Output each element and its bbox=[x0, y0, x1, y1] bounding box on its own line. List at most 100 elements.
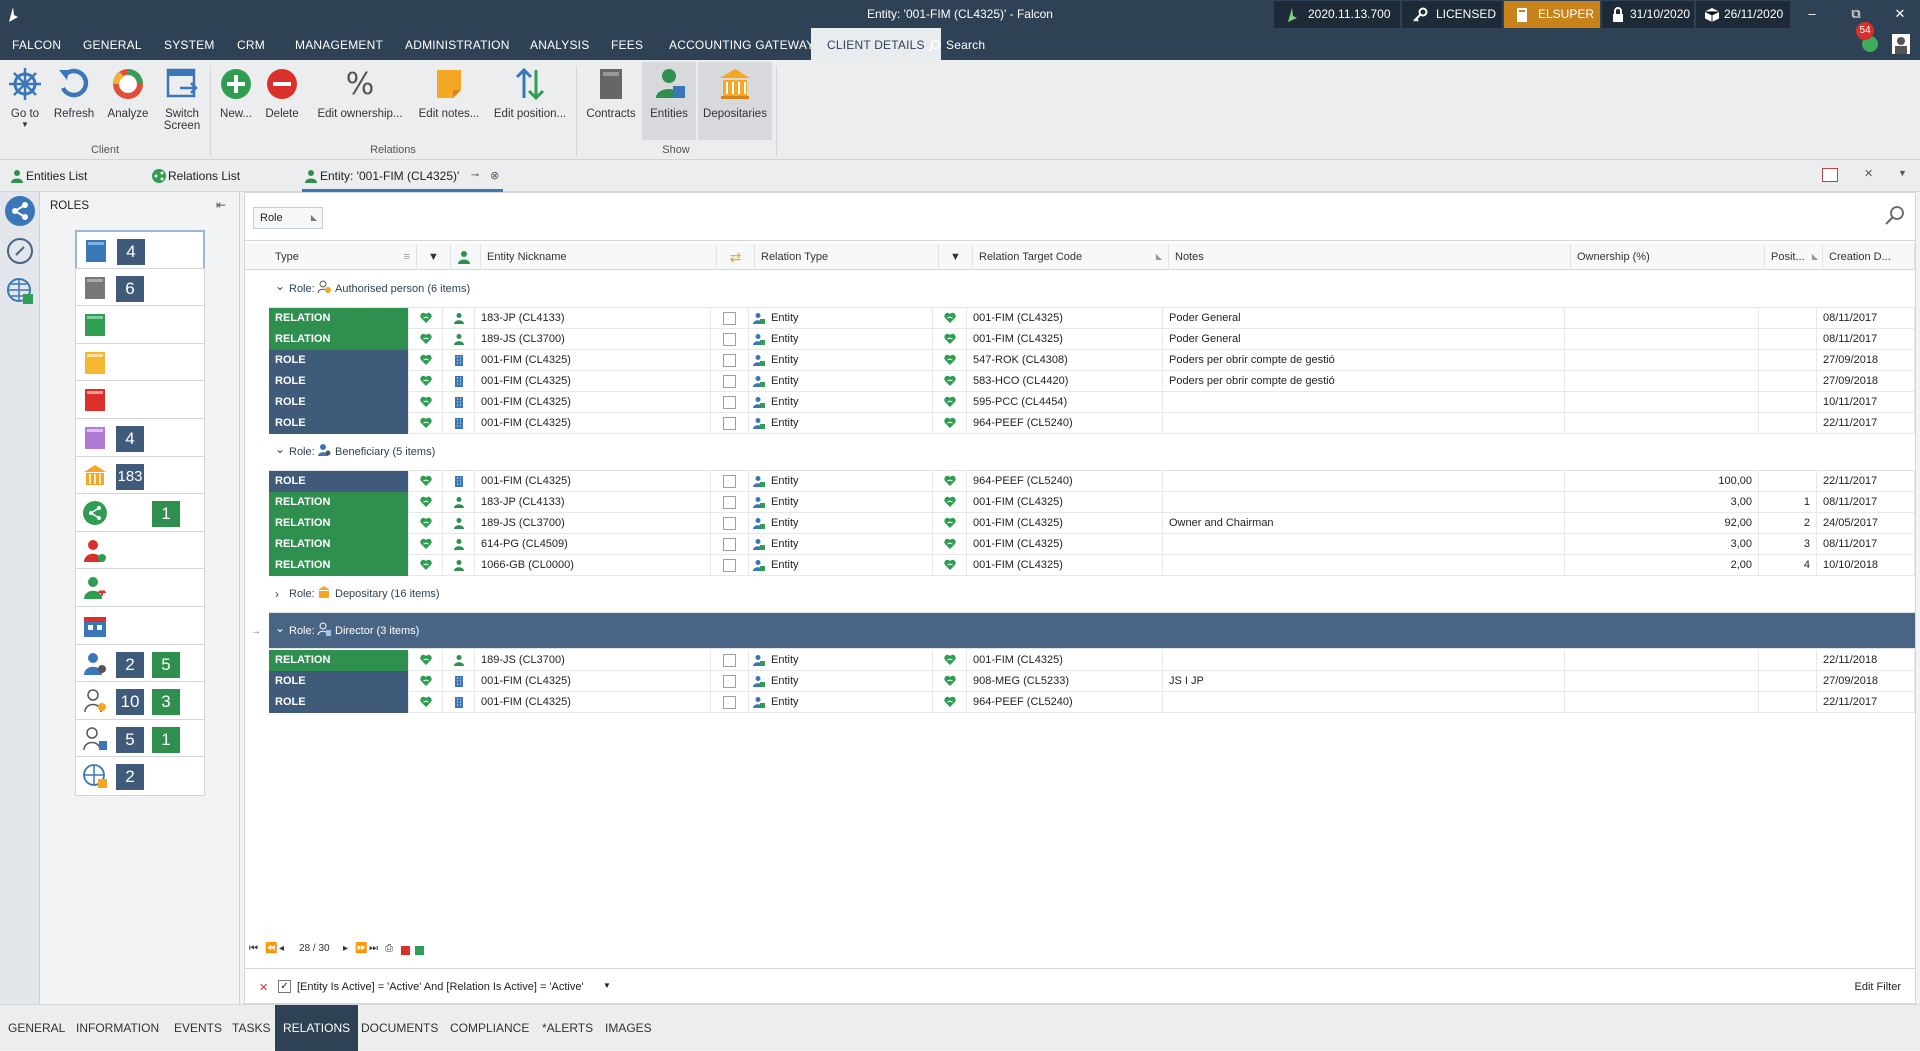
menu-analysis[interactable]: ANALYSIS bbox=[530, 28, 589, 60]
menu-search[interactable]: Search bbox=[928, 28, 985, 60]
group-row[interactable]: ⌄ Role: Director (3 items) bbox=[269, 613, 1915, 649]
relations-share-icon[interactable] bbox=[5, 196, 35, 226]
role-card[interactable] bbox=[75, 606, 205, 646]
minimize-button[interactable]: – bbox=[1797, 0, 1827, 28]
edit-notes-button[interactable]: Edit notes... bbox=[414, 64, 484, 120]
table-row[interactable]: ROLE 001-FIM (CL4325) Entity 547-ROK (CL430… bbox=[269, 350, 1915, 371]
menu-fees[interactable]: FEES bbox=[611, 28, 643, 60]
direction-checkbox[interactable] bbox=[723, 517, 736, 530]
col-notes[interactable]: Notes bbox=[1169, 244, 1571, 270]
refresh-button[interactable]: Refresh bbox=[52, 64, 96, 120]
filter-icon[interactable]: ▼ bbox=[417, 244, 451, 270]
notification-badge[interactable]: 54 bbox=[1856, 22, 1874, 40]
screen-icon[interactable] bbox=[1822, 168, 1838, 182]
last-page-icon[interactable]: ⏭ bbox=[369, 943, 378, 954]
role-card[interactable]: 10 3 bbox=[75, 681, 205, 722]
collapse-panel-icon[interactable]: ⇤ bbox=[216, 198, 226, 212]
next-page-icon[interactable]: ⏩ bbox=[355, 943, 367, 954]
tabs-dropdown-icon[interactable]: ▼ bbox=[1898, 168, 1907, 178]
direction-checkbox[interactable] bbox=[723, 375, 736, 388]
menu-general[interactable]: GENERAL bbox=[83, 28, 142, 60]
license-status[interactable]: LICENSED bbox=[1402, 1, 1502, 28]
col-creation-date[interactable]: Creation D... bbox=[1823, 244, 1915, 270]
filter-expression[interactable]: [Entity Is Active] = 'Active' And [Relat… bbox=[297, 981, 584, 993]
direction-checkbox[interactable] bbox=[723, 559, 736, 572]
tab-information[interactable]: INFORMATION bbox=[68, 1005, 167, 1051]
direction-checkbox[interactable] bbox=[723, 654, 736, 667]
close-tab-icon[interactable]: ⊗ bbox=[490, 160, 499, 192]
menu-administration[interactable]: ADMINISTRATION bbox=[405, 28, 510, 60]
group-row[interactable]: ⌄ Role: Authorised person (6 items) bbox=[269, 271, 1915, 308]
role-card[interactable]: 25 bbox=[75, 643, 205, 684]
collapse-chevron-icon[interactable]: ⌄ bbox=[275, 610, 285, 647]
col-relation-type[interactable]: Relation Type bbox=[755, 244, 939, 270]
contracts-button[interactable]: Contracts bbox=[584, 64, 638, 120]
pin-icon[interactable]: ⊸ bbox=[471, 160, 479, 192]
role-card[interactable]: 1 bbox=[75, 493, 205, 534]
new-button[interactable]: New... bbox=[216, 64, 256, 120]
col-ownership[interactable]: Ownership (%) bbox=[1571, 244, 1765, 270]
table-row[interactable]: ROLE 001-FIM (CL4325) Entity 908-MEG (CL523… bbox=[269, 671, 1915, 692]
globe-network-icon[interactable] bbox=[5, 276, 35, 306]
tab-images[interactable]: IMAGES bbox=[597, 1005, 660, 1051]
table-row[interactable]: RELATION 614-PG (CL4509) Entity 001-FIM (CL… bbox=[269, 534, 1915, 555]
role-card[interactable] bbox=[75, 305, 205, 346]
filter-history-dropdown-icon[interactable]: ▼ bbox=[603, 981, 611, 990]
role-card[interactable] bbox=[75, 342, 205, 383]
first-page-icon[interactable]: ⏮ bbox=[249, 943, 258, 954]
group-by-role-chip[interactable]: Role ◣ bbox=[253, 207, 323, 229]
direction-checkbox[interactable] bbox=[723, 312, 736, 325]
direction-checkbox[interactable] bbox=[723, 538, 736, 551]
table-row[interactable]: ROLE 001-FIM (CL4325) Entity 964-PEEF (CL52… bbox=[269, 471, 1915, 492]
next-record-icon[interactable]: ▸ bbox=[343, 943, 348, 954]
tab-documents[interactable]: DOCUMENTS bbox=[353, 1005, 446, 1051]
group-row[interactable]: › Role: Depositary (16 items) bbox=[269, 576, 1915, 613]
table-row[interactable]: RELATION 183-JP (CL4133) Entity 001-FIM (CL… bbox=[269, 492, 1915, 513]
table-row[interactable]: RELATION 183-JP (CL4133) Entity 001-FIM (CL… bbox=[269, 308, 1915, 329]
col-nickname[interactable]: Entity Nickname bbox=[481, 244, 717, 270]
role-card[interactable]: 2 bbox=[75, 756, 205, 797]
menu-management[interactable]: MANAGEMENT bbox=[295, 28, 383, 60]
export-pdf-icon[interactable] bbox=[401, 946, 410, 955]
tab-general[interactable]: GENERAL bbox=[0, 1005, 73, 1051]
prev-page-icon[interactable]: ⏪ bbox=[265, 943, 277, 954]
direction-checkbox[interactable] bbox=[723, 675, 736, 688]
direction-checkbox[interactable] bbox=[723, 696, 736, 709]
table-row[interactable]: ROLE 001-FIM (CL4325) Entity 583-HCO (CL442… bbox=[269, 371, 1915, 392]
tab-entity-detail[interactable]: Entity: '001-FIM (CL4325)' ⊸ ⊗ bbox=[302, 160, 504, 192]
role-card[interactable]: 4 bbox=[75, 230, 205, 270]
tab-relations-list[interactable]: Relations List bbox=[150, 160, 240, 192]
filter-icon[interactable]: ▼ bbox=[939, 244, 973, 270]
delete-button[interactable]: Delete bbox=[262, 64, 302, 120]
role-card[interactable]: 183 bbox=[75, 455, 205, 496]
menu-crm[interactable]: CRM bbox=[237, 28, 265, 60]
tab-tasks[interactable]: TASKS bbox=[224, 1005, 278, 1051]
direction-checkbox[interactable] bbox=[723, 496, 736, 509]
edit-position-button[interactable]: Edit position... bbox=[490, 64, 570, 120]
group-row[interactable]: ⌄ Role: Beneficiary (5 items) bbox=[269, 434, 1915, 471]
export-excel-icon[interactable] bbox=[415, 946, 424, 955]
table-row[interactable]: RELATION 189-JS (CL3700) Entity 001-FIM (CL… bbox=[269, 329, 1915, 350]
analyze-button[interactable]: Analyze bbox=[104, 64, 152, 120]
table-row[interactable]: RELATION 189-JS (CL3700) Entity 001-FIM (CL… bbox=[269, 513, 1915, 534]
search-icon[interactable] bbox=[1883, 203, 1907, 227]
tab-events[interactable]: EVENTS bbox=[166, 1005, 230, 1051]
table-row[interactable]: ROLE 001-FIM (CL4325) Entity 595-PCC (CL445… bbox=[269, 392, 1915, 413]
role-card[interactable] bbox=[75, 568, 205, 609]
edit-filter-link[interactable]: Edit Filter bbox=[1855, 981, 1901, 993]
lock-date-status[interactable]: 31/10/2020 bbox=[1602, 1, 1694, 28]
prev-record-icon[interactable]: ◂ bbox=[279, 943, 284, 954]
col-entity-icon[interactable] bbox=[451, 244, 481, 270]
role-card[interactable]: 6 bbox=[75, 267, 205, 308]
tab-alerts[interactable]: *ALERTS bbox=[534, 1005, 601, 1051]
table-row[interactable]: RELATION 1066-GB (CL0000) Entity 001-FIM (C… bbox=[269, 555, 1915, 576]
collapse-chevron-icon[interactable]: ⌄ bbox=[275, 431, 285, 468]
role-card[interactable] bbox=[75, 530, 205, 571]
filter-enabled-checkbox[interactable]: ✓ bbox=[278, 980, 291, 993]
tab-compliance[interactable]: COMPLIANCE bbox=[442, 1005, 537, 1051]
table-row[interactable]: RELATION 189-JS (CL3700) Entity 001-FIM (CL… bbox=[269, 650, 1915, 671]
version-status[interactable]: 2020.11.13.700 bbox=[1274, 1, 1400, 28]
direction-checkbox[interactable] bbox=[723, 333, 736, 346]
table-row[interactable]: ROLE 001-FIM (CL4325) Entity 964-PEEF (CL52… bbox=[269, 413, 1915, 434]
expand-chevron-icon[interactable]: › bbox=[275, 576, 279, 613]
